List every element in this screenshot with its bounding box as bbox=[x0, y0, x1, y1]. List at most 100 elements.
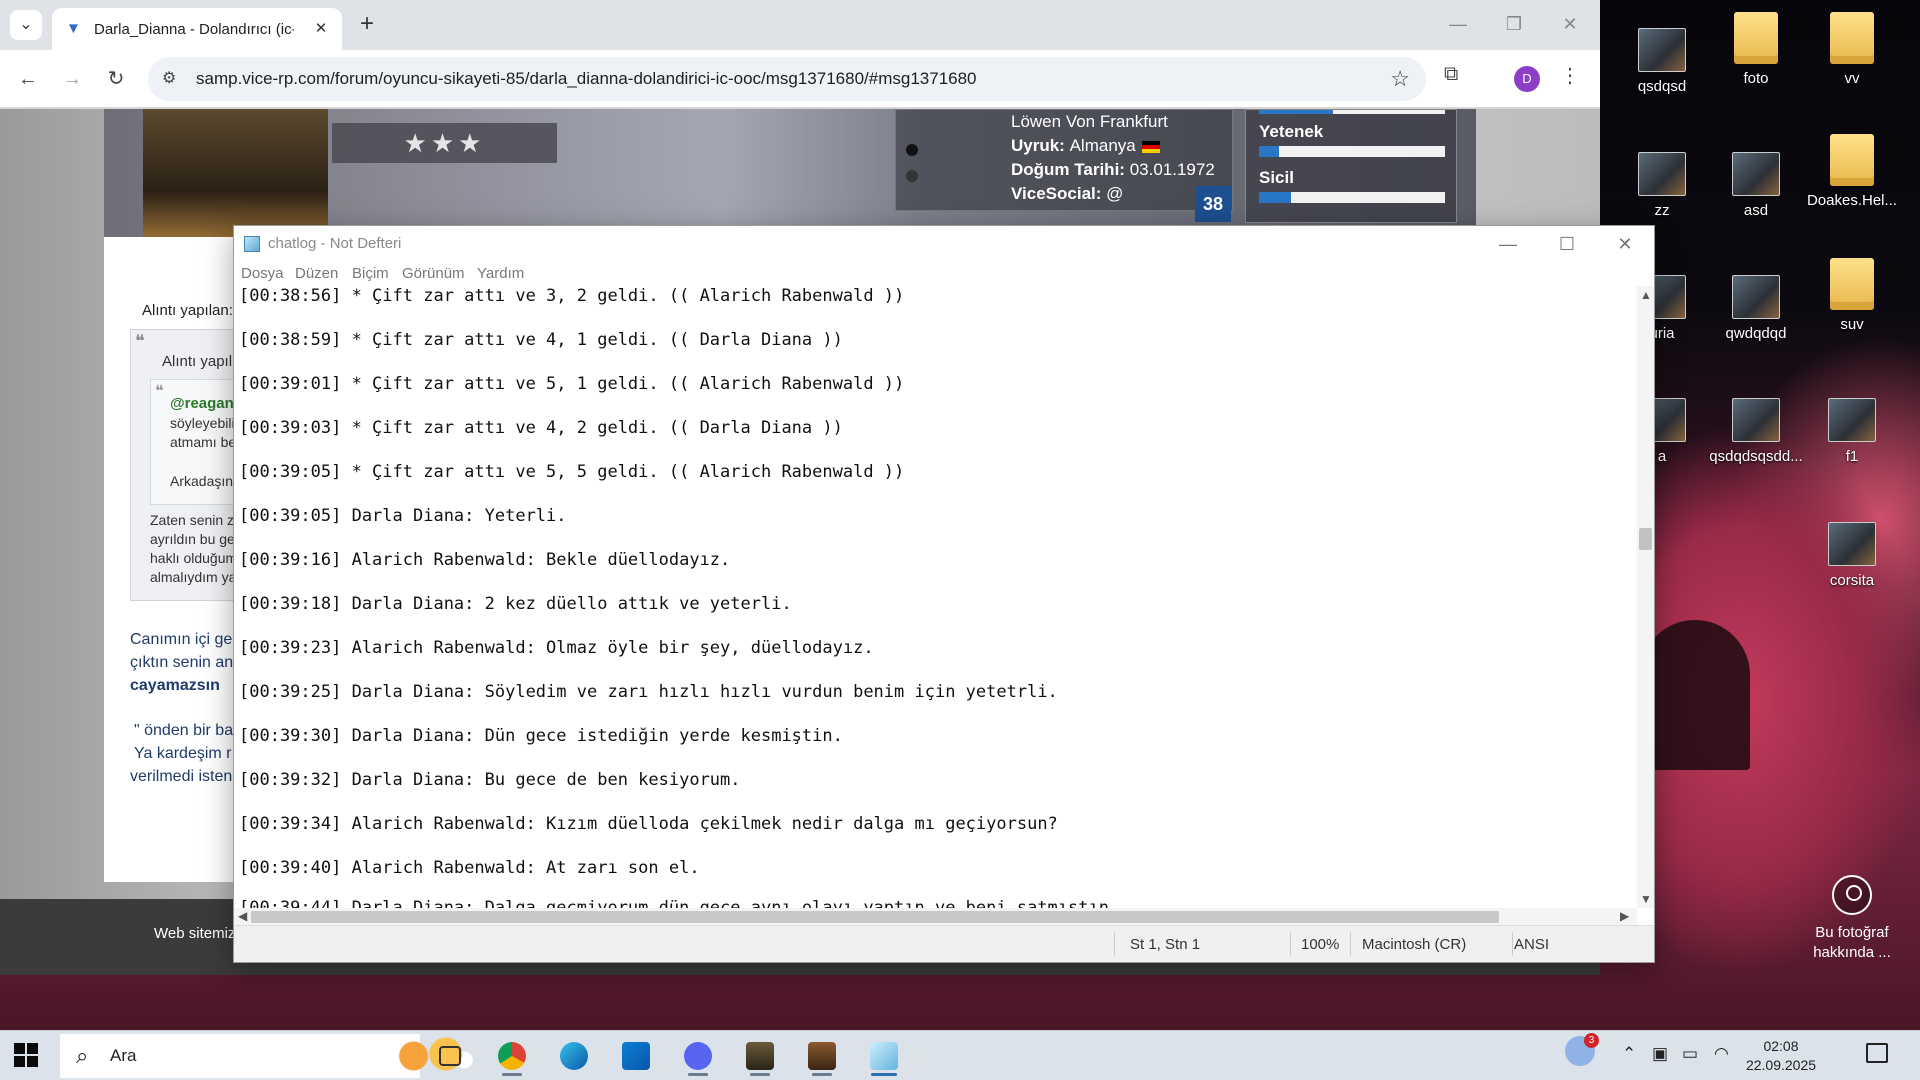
chevron-up-icon[interactable]: ⌃ bbox=[1622, 1044, 1636, 1064]
rank-stars: ★★★ bbox=[332, 123, 557, 163]
tab-active[interactable]: ▼ Darla_Dianna - Dolandırıcı (ic-o ✕ bbox=[52, 8, 342, 50]
menu-bicim[interactable]: Biçim bbox=[352, 265, 389, 282]
minimize-button[interactable]: — bbox=[1481, 228, 1535, 260]
site-favicon-icon: ▼ bbox=[66, 20, 81, 37]
arrow-right-icon: → bbox=[62, 68, 82, 90]
post-text-line: çıktın senin an bbox=[130, 654, 234, 671]
windows-logo-icon bbox=[14, 1043, 25, 1054]
image-file-icon bbox=[1828, 398, 1876, 442]
desktop-icon-qsdqsd[interactable]: qsdqsd bbox=[1614, 28, 1710, 95]
close-window-button[interactable]: ✕ bbox=[1550, 8, 1590, 40]
vertical-scroll-thumb[interactable] bbox=[1639, 528, 1652, 550]
taskbar-edge[interactable] bbox=[552, 1036, 596, 1076]
desktop-icon-qsdqdsqsdd[interactable]: qsdqdsqsdd... bbox=[1708, 398, 1804, 465]
taskbar-notepad[interactable] bbox=[862, 1036, 906, 1076]
new-tab-button[interactable]: + bbox=[352, 10, 382, 40]
status-separator bbox=[1114, 932, 1115, 956]
restore-button[interactable]: ❐ bbox=[1494, 8, 1534, 40]
game-icon bbox=[808, 1042, 836, 1070]
desktop-icon-f1[interactable]: f1 bbox=[1804, 398, 1900, 465]
running-indicator bbox=[688, 1073, 708, 1076]
back-button[interactable]: ← bbox=[12, 63, 44, 95]
taskbar-samp[interactable] bbox=[738, 1036, 782, 1076]
menu-yardim[interactable]: Yardım bbox=[477, 265, 524, 282]
restore-icon: ❐ bbox=[1505, 14, 1523, 34]
camera-info-icon bbox=[1832, 875, 1872, 915]
dot-icon bbox=[906, 170, 918, 182]
photo-info-widget[interactable]: Bu fotoğraf hakkında ... bbox=[1800, 875, 1904, 963]
site-settings-icon[interactable]: ⚙ bbox=[162, 68, 176, 88]
quote-text-line: Arkadaşın bbox=[170, 473, 234, 489]
windows-logo-icon bbox=[14, 1056, 25, 1067]
notification-app-icon[interactable]: 3 bbox=[1565, 1033, 1599, 1066]
windows-logo-icon bbox=[27, 1043, 38, 1054]
taskbar-game[interactable] bbox=[800, 1036, 844, 1076]
tab-search-button[interactable]: ⌄ bbox=[10, 10, 42, 40]
extensions-puzzle-icon[interactable]: ⧉ bbox=[1444, 63, 1458, 86]
scroll-right-icon[interactable]: ▶ bbox=[1620, 909, 1629, 923]
desktop-icon-foto[interactable]: foto bbox=[1708, 12, 1804, 87]
status-separator bbox=[1512, 932, 1513, 956]
status-separator bbox=[1350, 932, 1351, 956]
windows-start-button[interactable] bbox=[14, 1043, 38, 1067]
desktop-icon-doakes[interactable]: Doakes.Hel... bbox=[1804, 134, 1900, 209]
forward-button[interactable]: → bbox=[56, 63, 88, 95]
image-file-icon bbox=[1638, 152, 1686, 196]
scroll-left-icon[interactable]: ◀ bbox=[238, 909, 247, 923]
address-bar[interactable]: ⚙ samp.vice-rp.com/forum/oyuncu-sikayeti… bbox=[148, 57, 1426, 101]
menu-duzen[interactable]: Düzen bbox=[295, 265, 338, 282]
search-placeholder: Ara bbox=[110, 1046, 137, 1065]
tab-strip: ⌄ ▼ Darla_Dianna - Dolandırıcı (ic-o ✕ +… bbox=[0, 0, 1600, 50]
notepad-title: chatlog - Not Defteri bbox=[268, 235, 402, 252]
notepad-titlebar[interactable]: chatlog - Not Defteri — ☐ ✕ bbox=[234, 226, 1654, 262]
task-view-button[interactable] bbox=[428, 1036, 472, 1076]
close-icon[interactable]: ✕ bbox=[310, 18, 332, 40]
bookmark-star-icon[interactable]: ☆ bbox=[1390, 66, 1410, 92]
wifi-icon[interactable]: ◠ bbox=[1714, 1044, 1729, 1064]
scroll-down-icon[interactable]: ▼ bbox=[1640, 892, 1652, 906]
desktop-icon-asd[interactable]: asd bbox=[1708, 152, 1804, 219]
chatlog-line: [00:38:59] * Çift zar attı ve 4, 1 geldi… bbox=[239, 330, 843, 350]
close-window-button[interactable]: ✕ bbox=[1598, 228, 1652, 260]
chatlog-line: [00:39:23] Alarich Rabenwald: Olmaz öyle… bbox=[239, 638, 874, 658]
url-text[interactable]: samp.vice-rp.com/forum/oyuncu-sikayeti-8… bbox=[196, 69, 977, 89]
desktop-icon-corsita[interactable]: corsita bbox=[1804, 522, 1900, 589]
notepad-text-area[interactable]: [00:38:56] * Çift zar attı ve 3, 2 geldi… bbox=[234, 286, 1637, 908]
desktop-icon-suv[interactable]: suv bbox=[1804, 258, 1900, 333]
horizontal-scroll-thumb[interactable] bbox=[251, 911, 1499, 923]
photo-info-label: Bu fotoğraf hakkında ... bbox=[1813, 924, 1891, 961]
menu-dosya[interactable]: Dosya bbox=[241, 265, 284, 282]
menu-gorunum[interactable]: Görünüm bbox=[402, 265, 465, 282]
desktop-icon-vv[interactable]: vv bbox=[1804, 12, 1900, 87]
maximize-button[interactable]: ☐ bbox=[1540, 228, 1594, 260]
reload-button[interactable]: ↻ bbox=[100, 63, 132, 95]
scroll-up-icon[interactable]: ▲ bbox=[1640, 288, 1652, 302]
taskbar-search[interactable]: ⌕ Ara bbox=[60, 1034, 478, 1078]
stat-bar-sicil bbox=[1259, 192, 1445, 203]
maximize-icon: ☐ bbox=[1558, 234, 1576, 254]
system-clock[interactable]: 02:08 22.09.2025 bbox=[1744, 1037, 1818, 1075]
device-icon[interactable]: ▣ bbox=[1652, 1044, 1668, 1064]
profile-avatar[interactable]: D bbox=[1514, 66, 1540, 92]
arrow-left-icon: ← bbox=[18, 68, 38, 90]
desktop-icon-zz[interactable]: zz bbox=[1614, 152, 1710, 219]
desktop-icon-qwdqdqd[interactable]: qwdqdqd bbox=[1708, 275, 1804, 342]
mention-link[interactable]: @reagan bbox=[170, 395, 234, 412]
taskbar-discord[interactable] bbox=[676, 1036, 720, 1076]
minimize-button[interactable]: — bbox=[1438, 8, 1478, 40]
more-menu-icon[interactable]: ⋮ bbox=[1560, 63, 1580, 88]
battery-icon[interactable]: ▭ bbox=[1682, 1044, 1698, 1064]
stat-fill bbox=[1259, 110, 1334, 114]
taskbar-chrome[interactable] bbox=[490, 1036, 534, 1076]
horizontal-scrollbar[interactable]: ◀ ▶ bbox=[234, 908, 1637, 925]
footer-link[interactable]: Web sitemiz bbox=[154, 925, 235, 942]
chatlog-line: [00:39:01] * Çift zar attı ve 5, 1 geldi… bbox=[239, 374, 905, 394]
close-icon: ✕ bbox=[1617, 234, 1633, 254]
notification-center-icon[interactable] bbox=[1866, 1043, 1888, 1063]
chatlog-line: [00:39:44] Darla Diana: Dalga geçmiyorum… bbox=[239, 898, 1120, 908]
vertical-scrollbar[interactable]: ▲ ▼ bbox=[1637, 286, 1654, 908]
running-indicator bbox=[750, 1073, 770, 1076]
image-file-icon bbox=[1732, 152, 1780, 196]
status-cursor-position: St 1, Stn 1 bbox=[1130, 936, 1201, 953]
taskbar-store[interactable] bbox=[614, 1036, 658, 1076]
